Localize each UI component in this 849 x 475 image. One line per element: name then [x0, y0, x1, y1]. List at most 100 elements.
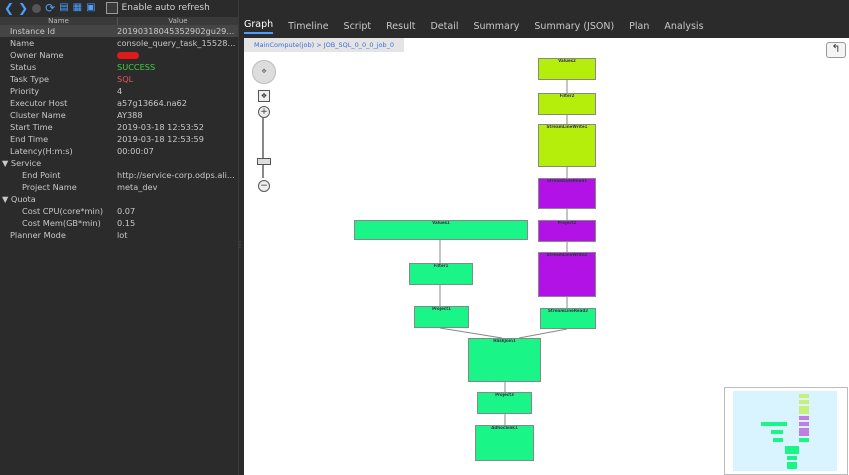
row-value: 0.07 — [117, 206, 136, 216]
redaction-mark — [117, 52, 139, 59]
collapse-icon[interactable]: ▼ — [2, 158, 8, 168]
row-name: Cost Mem(GB*min) — [22, 218, 101, 228]
minimap-viewport[interactable] — [733, 391, 837, 471]
row-name: End Point — [22, 170, 61, 180]
edge — [439, 327, 503, 339]
table-row[interactable]: Instance Id 20190318045352902gu29... — [0, 25, 238, 37]
minimap[interactable] — [724, 387, 848, 475]
tab-plan[interactable]: Plan — [629, 21, 649, 32]
tab-script[interactable]: Script — [344, 21, 372, 32]
graph-node[interactable]: Project3 — [477, 392, 532, 414]
tab-timeline[interactable]: Timeline — [288, 21, 328, 32]
service-label: Service — [10, 158, 42, 168]
table-row[interactable]: Executor Host a57g13664.na62 — [0, 97, 238, 109]
row-name: Planner Mode — [10, 230, 66, 240]
table-row[interactable]: End Point http://service-corp.odps.ali... — [0, 169, 238, 181]
row-name: Priority — [10, 86, 40, 96]
splitter-handle[interactable]: ⋮ — [236, 240, 244, 249]
table-row[interactable]: Cost Mem(GB*min) 0.15 — [0, 217, 238, 229]
row-name: Cluster Name — [10, 110, 66, 120]
group-label: ▼ Quota — [0, 193, 117, 205]
table-row[interactable]: Start Time 2019-03-18 12:53:52 — [0, 121, 238, 133]
row-value: AY388 — [117, 110, 143, 120]
owner-redacted — [117, 49, 238, 61]
row-name: Instance Id — [10, 26, 56, 36]
collapse-icon[interactable]: ▼ — [2, 194, 8, 204]
table-row[interactable]: Latency(H:m:s) 00:00:07 — [0, 145, 238, 157]
tab-detail[interactable]: Detail — [430, 21, 458, 32]
task-type-value: SQL — [117, 74, 134, 84]
stop-icon[interactable] — [32, 3, 42, 13]
tab-graph[interactable]: Graph — [244, 19, 274, 34]
graph-node[interactable]: Values2 — [538, 58, 596, 80]
graph-node[interactable]: StreamLineWrite2 — [538, 252, 596, 297]
row-name: Task Type — [10, 74, 50, 84]
tab-analysis[interactable]: Analysis — [664, 21, 703, 32]
tab-result[interactable]: Result — [386, 21, 415, 32]
row-name: Owner Name — [10, 50, 64, 60]
auto-refresh-label[interactable]: Enable auto refresh — [122, 3, 210, 13]
graph-node[interactable]: Project2 — [538, 220, 596, 242]
group-label: ▼ Service — [0, 157, 117, 169]
row-name: End Time — [10, 134, 49, 144]
row-name: Status — [10, 62, 37, 72]
graph-node[interactable]: HashJoin1 — [468, 338, 541, 382]
back-icon[interactable]: ❮ — [4, 2, 14, 14]
property-table: Instance Id 20190318045352902gu29... Name… — [0, 25, 238, 241]
table-row[interactable]: Owner Name — [0, 49, 238, 61]
instance-panel: ❮ ❯ ⟳ ▤ ▦ ▣ Enable auto refresh Name Val… — [0, 0, 244, 475]
graph-node[interactable]: AdhocSink1 — [475, 425, 534, 461]
header-value[interactable]: Value — [118, 17, 238, 25]
edge — [518, 328, 568, 339]
table-row[interactable]: Planner Mode lot — [0, 229, 238, 241]
row-name: Cost CPU(core*min) — [22, 206, 104, 216]
row-value: 2019-03-18 12:53:59 — [117, 134, 204, 144]
row-value: http://service-corp.odps.ali... — [117, 170, 235, 180]
graph-node[interactable]: Filter2 — [538, 93, 596, 115]
graph-node[interactable]: Project1 — [414, 306, 469, 328]
row-value: 20190318045352902gu29... — [117, 26, 235, 36]
row-value: 0.15 — [117, 218, 136, 228]
table-row[interactable]: Priority 4 — [0, 85, 238, 97]
table-row[interactable]: Project Name meta_dev — [0, 181, 238, 193]
row-name: Start Time — [10, 122, 53, 132]
row-value: 4 — [117, 86, 123, 96]
row-value: 2019-03-18 12:53:52 — [117, 122, 204, 132]
status-value: SUCCESS — [117, 62, 156, 72]
refresh-icon[interactable]: ⟳ — [45, 2, 55, 14]
table-row[interactable]: End Time 2019-03-18 12:53:59 — [0, 133, 238, 145]
group-row-quota[interactable]: ▼ Quota — [0, 193, 238, 205]
row-name: Executor Host — [10, 98, 68, 108]
row-value: meta_dev — [117, 182, 158, 192]
group-row-service[interactable]: ▼ Service — [0, 157, 238, 169]
row-value: console_query_task_15528... — [117, 38, 236, 48]
graph-node[interactable]: StreamLineRead2 — [540, 308, 596, 329]
graph-canvas[interactable]: MainCompute(job) > JOB_SQL_0_0_0_job_0 ↰… — [244, 38, 849, 475]
graph-node[interactable]: StreamLineRead1 — [538, 178, 596, 209]
table-row[interactable]: Task Type SQL — [0, 73, 238, 85]
table-header: Name Value — [0, 17, 238, 25]
tab-summary-json[interactable]: Summary (JSON) — [534, 21, 614, 32]
graph-node[interactable]: Values1 — [354, 220, 528, 240]
tab-summary[interactable]: Summary — [473, 21, 519, 32]
header-name[interactable]: Name — [0, 17, 118, 25]
table-row[interactable]: Cost CPU(core*min) 0.07 — [0, 205, 238, 217]
toolbar: ❮ ❯ ⟳ ▤ ▦ ▣ Enable auto refresh — [0, 0, 238, 16]
row-name: Latency(H:m:s) — [10, 146, 73, 156]
row-value: a57g13664.na62 — [117, 98, 187, 108]
row-name: Project Name — [22, 182, 77, 192]
table-row[interactable]: Cluster Name AY388 — [0, 109, 238, 121]
forward-icon[interactable]: ❯ — [18, 2, 28, 14]
copy-icon[interactable]: ▤ — [59, 2, 68, 14]
auto-refresh-checkbox[interactable] — [105, 2, 118, 14]
tab-bar: Graph Timeline Script Result Detail Summ… — [244, 17, 704, 35]
quota-label: Quota — [10, 194, 36, 204]
table-row[interactable]: Name console_query_task_15528... — [0, 37, 238, 49]
row-name: Name — [10, 38, 35, 48]
briefcase-icon[interactable]: ▣ — [86, 2, 95, 14]
calendar-icon[interactable]: ▦ — [73, 2, 82, 14]
table-row[interactable]: Status SUCCESS — [0, 61, 238, 73]
graph-node[interactable]: StreamLineWrite1 — [538, 124, 596, 167]
row-value: 00:00:07 — [117, 146, 154, 156]
graph-node[interactable]: Filter1 — [409, 263, 473, 285]
